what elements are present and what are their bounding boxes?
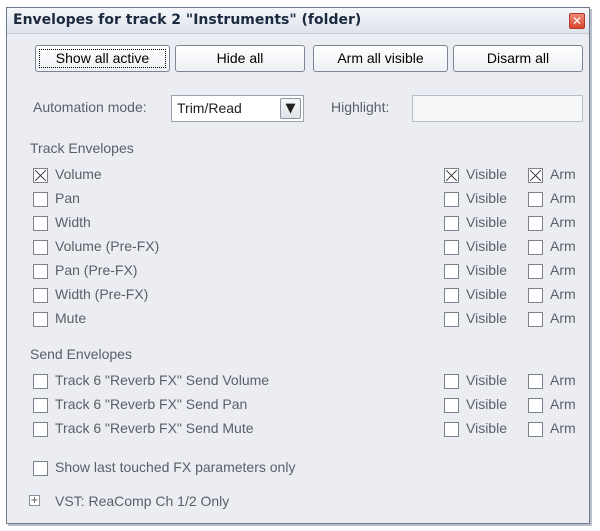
envelope-label: Pan bbox=[55, 190, 80, 206]
envelope-enable-checkbox[interactable] bbox=[33, 288, 48, 303]
arm-label: Arm bbox=[550, 190, 576, 206]
visible-checkbox[interactable] bbox=[444, 374, 459, 389]
visible-label: Visible bbox=[466, 166, 507, 182]
envelope-enable-checkbox[interactable] bbox=[33, 192, 48, 207]
envelope-label: Volume (Pre-FX) bbox=[55, 238, 160, 254]
highlight-label: Highlight: bbox=[331, 99, 390, 115]
arm-label: Arm bbox=[550, 286, 576, 302]
arm-checkbox[interactable] bbox=[528, 216, 543, 231]
visible-checkbox[interactable] bbox=[444, 240, 459, 255]
window-title: Envelopes for track 2 "Instruments" (fol… bbox=[13, 12, 362, 28]
arm-label: Arm bbox=[550, 310, 576, 326]
envelope-enable-checkbox[interactable] bbox=[33, 264, 48, 279]
highlight-field[interactable] bbox=[412, 95, 583, 122]
envelope-enable-checkbox[interactable] bbox=[33, 240, 48, 255]
track-envelopes-heading: Track Envelopes bbox=[30, 140, 134, 156]
visible-checkbox[interactable] bbox=[444, 192, 459, 207]
show-last-touched-checkbox[interactable] bbox=[33, 461, 48, 476]
arm-label: Arm bbox=[550, 420, 576, 436]
envelope-enable-checkbox[interactable] bbox=[33, 398, 48, 413]
envelope-enable-checkbox[interactable] bbox=[33, 422, 48, 437]
envelope-enable-checkbox[interactable] bbox=[33, 374, 48, 389]
arm-label: Arm bbox=[550, 238, 576, 254]
visible-label: Visible bbox=[466, 310, 507, 326]
arm-checkbox[interactable] bbox=[528, 422, 543, 437]
envelope-enable-checkbox[interactable] bbox=[33, 216, 48, 231]
fx-tree-item-label[interactable]: VST: ReaComp Ch 1/2 Only bbox=[55, 493, 229, 509]
arm-checkbox[interactable] bbox=[528, 168, 543, 183]
visible-label: Visible bbox=[466, 238, 507, 254]
arm-label: Arm bbox=[550, 262, 576, 278]
arm-all-visible-button[interactable]: Arm all visible bbox=[313, 45, 448, 72]
envelope-label: Volume bbox=[55, 166, 102, 182]
arm-checkbox[interactable] bbox=[528, 240, 543, 255]
disarm-all-button[interactable]: Disarm all bbox=[453, 45, 583, 72]
envelope-label: Width (Pre-FX) bbox=[55, 286, 149, 302]
visible-checkbox[interactable] bbox=[444, 398, 459, 413]
send-envelopes-heading: Send Envelopes bbox=[30, 346, 132, 362]
chevron-down-icon[interactable]: ▼ bbox=[280, 98, 301, 119]
visible-label: Visible bbox=[466, 420, 507, 436]
envelope-label: Mute bbox=[55, 310, 87, 326]
automation-mode-value: Trim/Read bbox=[177, 100, 242, 116]
arm-checkbox[interactable] bbox=[528, 312, 543, 327]
show-last-touched-label: Show last touched FX parameters only bbox=[55, 459, 296, 475]
visible-checkbox[interactable] bbox=[444, 216, 459, 231]
visible-label: Visible bbox=[466, 262, 507, 278]
automation-mode-label: Automation mode: bbox=[33, 99, 147, 115]
expand-icon[interactable]: + bbox=[29, 495, 40, 506]
arm-checkbox[interactable] bbox=[528, 374, 543, 389]
envelope-label: Track 6 "Reverb FX" Send Mute bbox=[55, 420, 254, 436]
visible-checkbox[interactable] bbox=[444, 168, 459, 183]
arm-label: Arm bbox=[550, 372, 576, 388]
envelope-label: Width bbox=[55, 214, 91, 230]
arm-label: Arm bbox=[550, 396, 576, 412]
title-bar[interactable]: Envelopes for track 2 "Instruments" (fol… bbox=[7, 8, 589, 34]
visible-label: Visible bbox=[466, 286, 507, 302]
visible-label: Visible bbox=[466, 214, 507, 230]
visible-checkbox[interactable] bbox=[444, 422, 459, 437]
visible-checkbox[interactable] bbox=[444, 288, 459, 303]
visible-checkbox[interactable] bbox=[444, 312, 459, 327]
visible-label: Visible bbox=[466, 190, 507, 206]
envelope-label: Track 6 "Reverb FX" Send Pan bbox=[55, 396, 248, 412]
envelope-label: Track 6 "Reverb FX" Send Volume bbox=[55, 372, 270, 388]
envelope-label: Pan (Pre-FX) bbox=[55, 262, 138, 278]
arm-checkbox[interactable] bbox=[528, 192, 543, 207]
envelope-enable-checkbox[interactable] bbox=[33, 168, 48, 183]
arm-checkbox[interactable] bbox=[528, 264, 543, 279]
hide-all-button[interactable]: Hide all bbox=[175, 45, 305, 72]
envelope-enable-checkbox[interactable] bbox=[33, 312, 48, 327]
automation-mode-select[interactable]: Trim/Read ▼ bbox=[171, 95, 304, 122]
close-icon[interactable]: ✕ bbox=[569, 13, 585, 29]
visible-checkbox[interactable] bbox=[444, 264, 459, 279]
arm-label: Arm bbox=[550, 166, 576, 182]
arm-label: Arm bbox=[550, 214, 576, 230]
arm-checkbox[interactable] bbox=[528, 398, 543, 413]
visible-label: Visible bbox=[466, 372, 507, 388]
visible-label: Visible bbox=[466, 396, 507, 412]
arm-checkbox[interactable] bbox=[528, 288, 543, 303]
show-all-active-button[interactable]: Show all active bbox=[35, 45, 170, 72]
